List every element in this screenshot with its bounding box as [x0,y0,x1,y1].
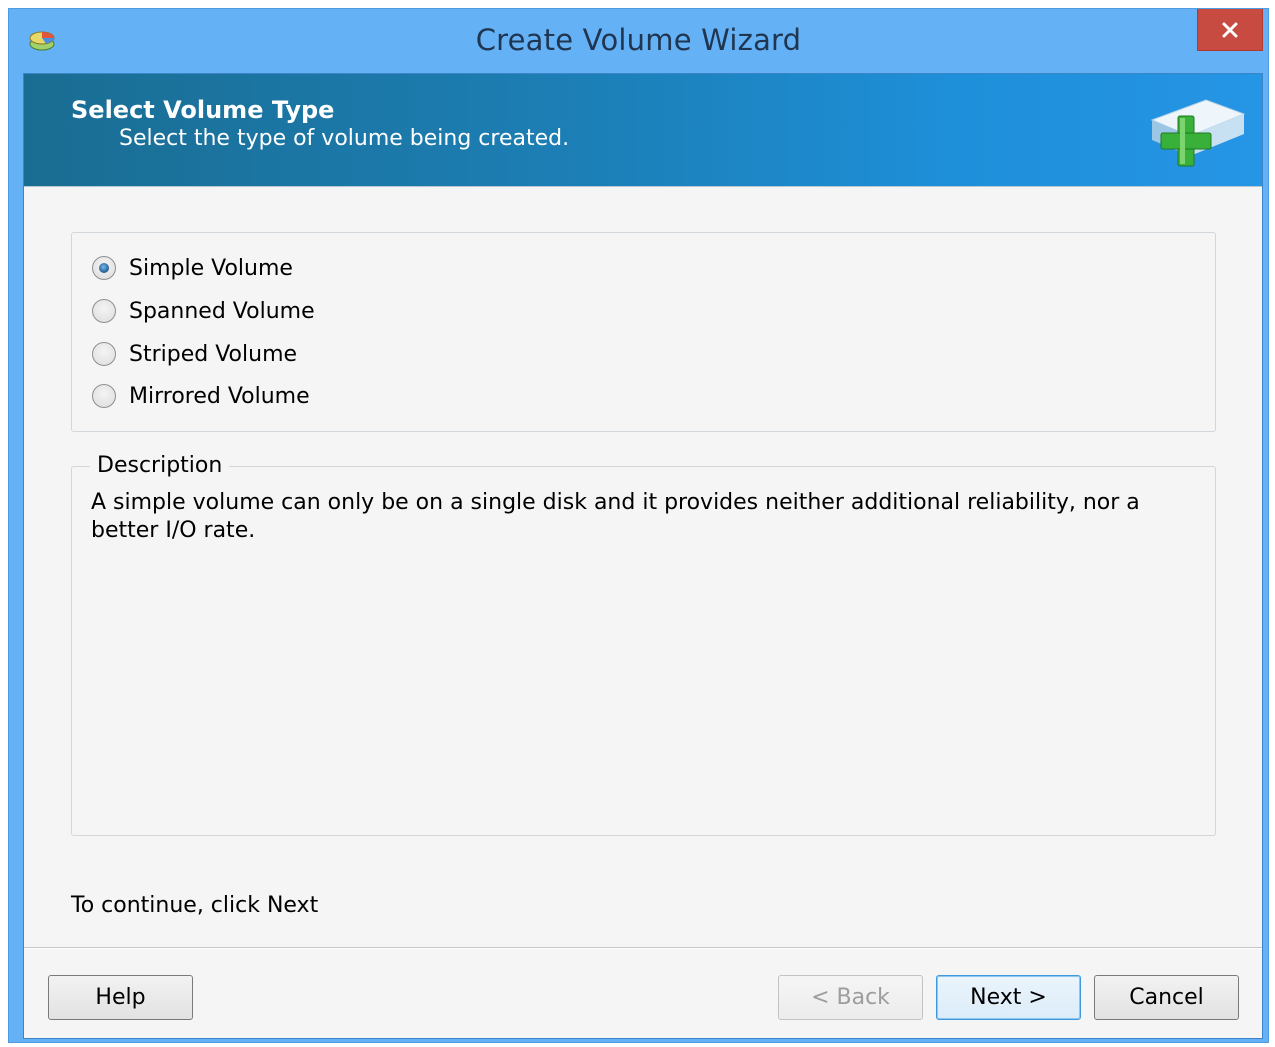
radio-label: Simple Volume [129,255,293,281]
back-button[interactable]: < Back [778,975,923,1020]
radio-button[interactable] [92,384,116,408]
radio-simple-volume[interactable]: Simple Volume [92,253,293,283]
window-title: Create Volume Wizard [475,23,802,57]
description-group: Description A simple volume can only be … [71,453,1216,836]
wizard-header-banner: Select Volume Type Select the type of vo… [24,74,1262,187]
radio-button[interactable] [92,342,116,366]
radio-spanned-volume[interactable]: Spanned Volume [92,296,315,326]
close-icon [1222,22,1238,37]
next-button[interactable]: Next > [936,975,1081,1020]
page-title: Select Volume Type [71,96,335,124]
wizard-window: Create Volume Wizard Select Volume Type … [8,8,1269,1043]
wizard-client-area: Select Volume Type Select the type of vo… [23,73,1263,1039]
description-legend: Description [90,453,230,478]
radio-label: Mirrored Volume [129,383,310,409]
continue-hint: To continue, click Next [71,893,319,918]
footer-separator [24,947,1262,949]
radio-mirrored-volume[interactable]: Mirrored Volume [92,381,310,411]
add-volume-icon [1150,99,1246,167]
radio-button[interactable] [92,256,116,280]
radio-button[interactable] [92,299,116,323]
help-button[interactable]: Help [48,975,193,1020]
radio-striped-volume[interactable]: Striped Volume [92,339,297,369]
radio-label: Striped Volume [129,341,298,367]
close-button[interactable] [1197,9,1263,51]
cancel-button[interactable]: Cancel [1094,975,1239,1020]
title-bar[interactable]: Create Volume Wizard [9,9,1268,73]
page-subtitle: Select the type of volume being created. [119,126,570,151]
volume-type-group: Simple Volume Spanned Volume Striped Vol… [71,232,1216,432]
radio-label: Spanned Volume [129,298,315,324]
description-text: A simple volume can only be on a single … [91,490,1140,543]
